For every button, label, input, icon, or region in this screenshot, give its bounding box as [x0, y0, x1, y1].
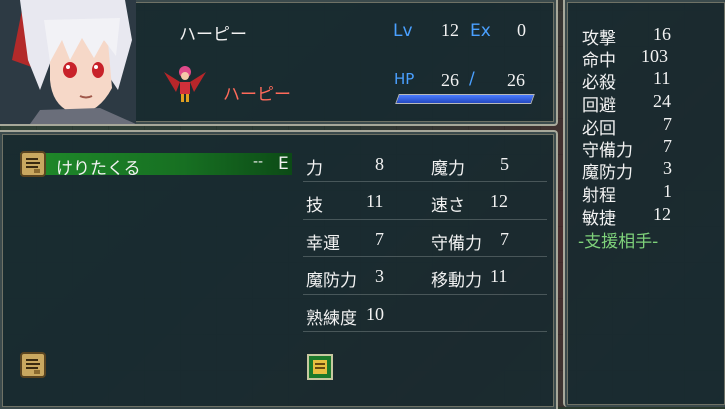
- support-partners-label: -支援相手-: [578, 232, 659, 252]
- portrait-image: [0, 0, 136, 124]
- lv-value: 12: [441, 20, 459, 40]
- stat-label: 魔力: [431, 159, 465, 179]
- hp-bar: [395, 94, 535, 104]
- combat-label: 敏捷: [582, 209, 616, 229]
- stat-value: 5: [500, 154, 509, 174]
- divider: [303, 256, 547, 257]
- combat-label: 回避: [582, 96, 616, 116]
- stat-value: 12: [490, 191, 508, 211]
- combat-label: 魔防力: [582, 163, 633, 183]
- claw-fist-icon: [20, 151, 46, 177]
- lv-label: Lv: [393, 21, 413, 41]
- stat-label: 移動力: [431, 271, 482, 291]
- divider: [303, 219, 547, 220]
- unit-header-panel: ハーピー ハーピー Lv 12 Ex 0 HP 26 / 26: [0, 0, 558, 126]
- skill-scroll-icon[interactable]: [307, 354, 333, 380]
- combat-label: 必殺: [582, 73, 616, 93]
- ex-label: Ex: [470, 21, 491, 41]
- hp-current: 26: [441, 70, 459, 90]
- stat-label: 技: [306, 196, 323, 216]
- stat-value: 7: [500, 229, 509, 249]
- divider: [303, 294, 547, 295]
- stat-label: 熟練度: [306, 309, 357, 329]
- combat-value: 11: [653, 68, 671, 88]
- stat-label: 幸運: [306, 234, 340, 254]
- class-name: ハーピー: [223, 85, 291, 105]
- combat-value: 7: [663, 136, 672, 156]
- combat-value: 103: [641, 46, 668, 66]
- stat-value: 10: [366, 304, 384, 324]
- stat-value: 8: [375, 154, 384, 174]
- hp-bar-fill: [396, 95, 534, 103]
- stat-value: 11: [366, 191, 384, 211]
- item-name: けりたくる: [56, 159, 141, 179]
- stat-value: 3: [375, 266, 384, 286]
- item-uses: --: [253, 154, 264, 170]
- combat-value: 12: [653, 204, 671, 224]
- harpy-sprite-icon: [160, 62, 210, 108]
- combat-value: 3: [663, 158, 672, 178]
- combat-value: 16: [653, 24, 671, 44]
- stat-label: 魔防力: [306, 271, 357, 291]
- stat-label: 守備力: [431, 234, 482, 254]
- claw-fist-icon[interactable]: [20, 352, 46, 378]
- combat-value: 1: [663, 181, 672, 201]
- item-equipped-mark: E: [278, 154, 289, 174]
- stat-label: 速さ: [431, 196, 465, 216]
- divider: [303, 331, 547, 332]
- hp-max: 26: [507, 70, 525, 90]
- divider: [303, 181, 547, 182]
- stat-label: 力: [306, 159, 323, 179]
- stat-value: 11: [490, 266, 508, 286]
- hp-separator: /: [469, 69, 475, 89]
- combat-value: 24: [653, 91, 671, 111]
- hp-label: HP: [394, 70, 415, 88]
- unit-name: ハーピー: [179, 25, 247, 45]
- stat-value: 7: [375, 229, 384, 249]
- ex-value: 0: [517, 20, 526, 40]
- combat-label: 射程: [582, 186, 616, 206]
- combat-value: 7: [663, 114, 672, 134]
